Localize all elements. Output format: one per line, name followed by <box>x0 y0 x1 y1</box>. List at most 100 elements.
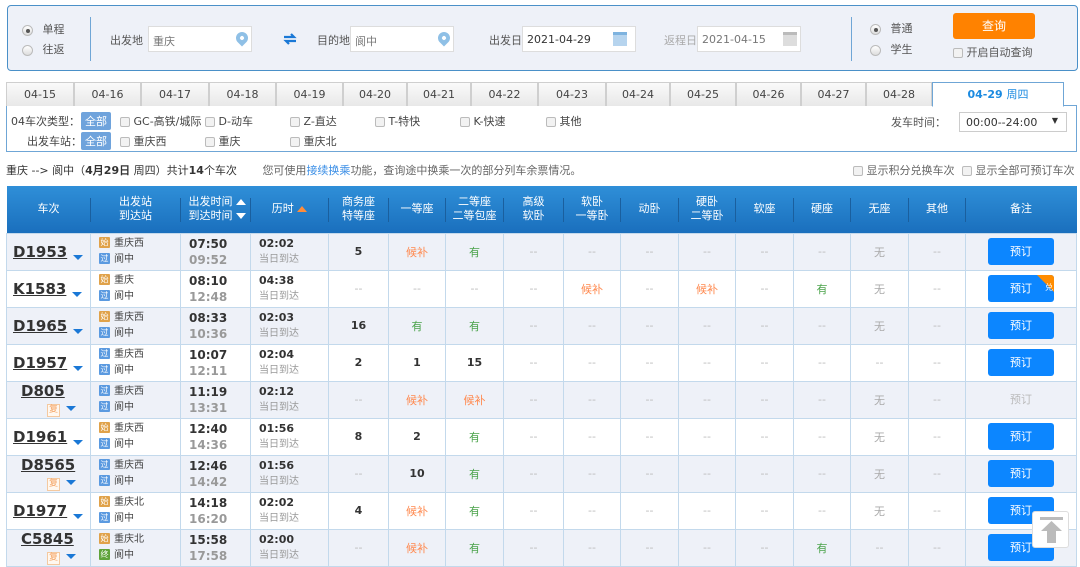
calendar-icon[interactable] <box>783 32 797 46</box>
radio-roundtrip[interactable] <box>22 44 33 56</box>
filter-station[interactable]: 重庆北 <box>290 133 337 149</box>
checkbox[interactable] <box>375 117 385 127</box>
checkbox[interactable] <box>205 117 215 127</box>
date-tab[interactable]: 04-26 <box>736 82 801 106</box>
back-to-top-button[interactable] <box>1032 511 1069 548</box>
seat-cell[interactable]: 4 <box>328 491 389 530</box>
book-button[interactable]: 预订 <box>988 349 1054 376</box>
sort-duration[interactable]: 历时 <box>272 202 294 215</box>
train-number-link[interactable]: D1961 <box>13 428 67 446</box>
seat-cell[interactable]: 1 <box>388 343 446 382</box>
seat-cell[interactable]: 2 <box>328 343 389 382</box>
date-tab[interactable]: 04-15 <box>6 82 74 106</box>
auto-query-checkbox[interactable] <box>953 48 963 58</box>
sort-depart-time[interactable]: 出发时间 <box>189 195 233 208</box>
seat-cell[interactable]: 有 <box>445 232 504 271</box>
seat-cell[interactable]: 候补 <box>388 380 446 419</box>
header-time[interactable]: 出发时间 到达时间 <box>180 186 251 233</box>
date-tab[interactable]: 04-18 <box>209 82 276 106</box>
seat-cell[interactable]: 2 <box>388 417 446 456</box>
checkbox[interactable] <box>205 137 215 147</box>
sort-arrive-time[interactable]: 到达时间 <box>189 209 233 222</box>
sort-up-icon[interactable] <box>297 206 308 213</box>
checkbox[interactable] <box>546 117 556 127</box>
seat-cell[interactable]: 候补 <box>445 380 504 419</box>
expand-arrow-icon[interactable] <box>73 440 84 445</box>
book-button[interactable]: 预订 <box>988 238 1054 265</box>
seat-cell[interactable]: 有 <box>445 417 504 456</box>
filter-k[interactable]: K-快速 <box>460 113 506 129</box>
train-number-link[interactable]: K1583 <box>13 280 66 298</box>
expand-arrow-icon[interactable] <box>66 554 76 559</box>
query-button[interactable]: 查询 <box>953 13 1035 39</box>
swap-icon[interactable] <box>283 33 297 45</box>
passenger-type-normal[interactable]: 普通 <box>870 20 913 36</box>
seat-cell[interactable]: 候补 <box>563 269 621 308</box>
seat-cell[interactable]: 有 <box>793 269 851 308</box>
radio-student[interactable] <box>870 44 881 56</box>
filter-z[interactable]: Z-直达 <box>290 113 337 129</box>
train-number-link[interactable]: D1953 <box>13 243 67 261</box>
date-tab[interactable]: 04-28 <box>866 82 932 106</box>
seat-cell[interactable]: 候补 <box>678 269 736 308</box>
seat-cell[interactable]: 10 <box>388 454 446 493</box>
station-all-button[interactable]: 全部 <box>81 132 111 150</box>
date-tab[interactable]: 04-27 <box>801 82 866 106</box>
sort-up-icon[interactable] <box>236 199 246 206</box>
seat-cell[interactable]: 候补 <box>388 528 446 567</box>
trip-type-roundtrip[interactable]: 往返 <box>22 41 65 57</box>
checkbox[interactable] <box>853 166 863 176</box>
train-number-link[interactable]: D8565 <box>21 456 75 474</box>
radio-oneway[interactable] <box>22 24 33 36</box>
passenger-type-student[interactable]: 学生 <box>870 41 913 57</box>
date-tab[interactable]: 04-23 <box>538 82 606 106</box>
expand-arrow-icon[interactable] <box>73 366 84 371</box>
book-button[interactable]: 预订 兑 <box>988 275 1054 302</box>
sort-down-icon[interactable] <box>236 213 246 220</box>
date-tab[interactable]: 04-21 <box>407 82 471 106</box>
checkbox[interactable] <box>120 137 130 147</box>
seat-cell[interactable]: 有 <box>793 528 851 567</box>
checkbox[interactable] <box>290 137 300 147</box>
date-tab[interactable]: 04-25 <box>670 82 736 106</box>
seat-cell[interactable]: 有 <box>445 528 504 567</box>
train-number-link[interactable]: D1957 <box>13 354 67 372</box>
date-tab[interactable]: 04-20 <box>343 82 407 106</box>
expand-arrow-icon[interactable] <box>66 406 76 411</box>
train-number-link[interactable]: D805 <box>21 382 65 400</box>
book-button[interactable]: 预订 <box>988 423 1054 450</box>
expand-arrow-icon[interactable] <box>73 514 84 519</box>
radio-normal[interactable] <box>870 23 881 35</box>
train-number-link[interactable]: D1965 <box>13 317 67 335</box>
filter-t[interactable]: T-特快 <box>375 113 420 129</box>
seat-cell[interactable]: 候补 <box>388 232 446 271</box>
calendar-icon[interactable] <box>613 32 627 46</box>
date-tab[interactable]: 04-22 <box>471 82 538 106</box>
date-tab-active[interactable]: 04-29 周四 <box>932 82 1064 107</box>
expand-arrow-icon[interactable] <box>73 329 84 334</box>
seat-cell[interactable]: 有 <box>388 306 446 345</box>
checkbox[interactable] <box>290 117 300 127</box>
show-all-option[interactable]: 显示全部可预订车次 <box>962 162 1075 178</box>
seat-cell[interactable]: 有 <box>445 454 504 493</box>
date-tab[interactable]: 04-19 <box>276 82 343 106</box>
date-tab[interactable]: 04-17 <box>141 82 209 106</box>
show-points-option[interactable]: 显示积分兑换车次 <box>853 162 955 178</box>
filter-other[interactable]: 其他 <box>546 113 582 129</box>
train-number-link[interactable]: C5845 <box>21 530 74 548</box>
depart-time-select[interactable]: 00:00--24:00 ▼ <box>959 112 1067 132</box>
seat-cell[interactable]: 5 <box>328 232 389 271</box>
seat-cell[interactable]: 15 <box>445 343 504 382</box>
train-type-all-button[interactable]: 全部 <box>81 112 111 130</box>
auto-query-toggle[interactable]: 开启自动查询 <box>953 44 1033 60</box>
checkbox[interactable] <box>460 117 470 127</box>
book-button[interactable]: 预订 <box>988 460 1054 487</box>
seat-cell[interactable]: 16 <box>328 306 389 345</box>
filter-station[interactable]: 重庆 <box>205 133 241 149</box>
trip-type-oneway[interactable]: 单程 <box>22 21 65 37</box>
filter-d[interactable]: D-动车 <box>205 113 253 129</box>
seat-cell[interactable]: 有 <box>445 491 504 530</box>
expand-arrow-icon[interactable] <box>66 480 76 485</box>
filter-station[interactable]: 重庆西 <box>120 133 167 149</box>
filter-gc[interactable]: GC-高铁/城际 <box>120 113 201 129</box>
